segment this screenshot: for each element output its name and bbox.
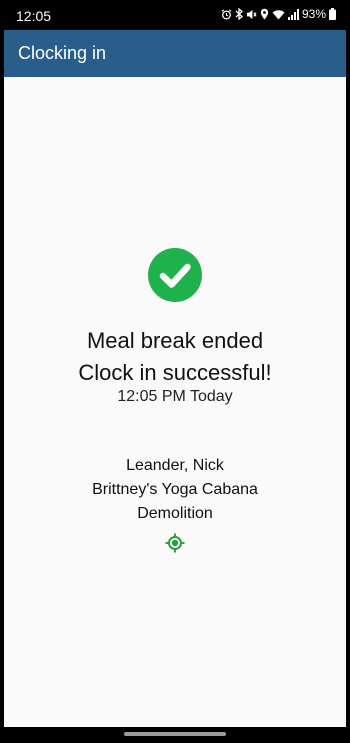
job-name: Demolition xyxy=(137,505,213,522)
status-bar: 12:05 93% xyxy=(0,0,350,30)
status-time: 12:05 xyxy=(16,8,52,24)
page-title: Clocking in xyxy=(18,43,107,63)
wifi-icon xyxy=(272,9,285,20)
gps-target-icon[interactable] xyxy=(165,533,185,553)
employee-name: Leander, Nick xyxy=(126,457,224,474)
break-ended-message: Meal break ended xyxy=(86,328,264,353)
main-content: Meal break ended Clock in successful! 12… xyxy=(4,77,346,727)
alarm-icon xyxy=(221,8,232,20)
bluetooth-icon xyxy=(235,8,243,20)
clock-in-success-message: Clock in successful! xyxy=(78,360,272,385)
mute-icon xyxy=(246,9,257,20)
signal-icon xyxy=(287,8,299,20)
app-bar: Clocking in xyxy=(4,30,346,77)
location-icon xyxy=(260,8,269,20)
clock-in-timestamp: 12:05 PM Today xyxy=(117,388,233,405)
home-indicator[interactable] xyxy=(124,732,226,736)
battery-percent: 93% xyxy=(301,7,326,21)
navigation-bar xyxy=(0,727,350,743)
location-name: Brittney's Yoga Cabana xyxy=(92,481,258,498)
phone-screen: 12:05 93% Clocking in Meal break ended C… xyxy=(0,0,350,743)
battery-icon xyxy=(329,8,336,20)
check-circle-icon xyxy=(148,248,202,302)
status-icons: 93% xyxy=(221,7,336,21)
